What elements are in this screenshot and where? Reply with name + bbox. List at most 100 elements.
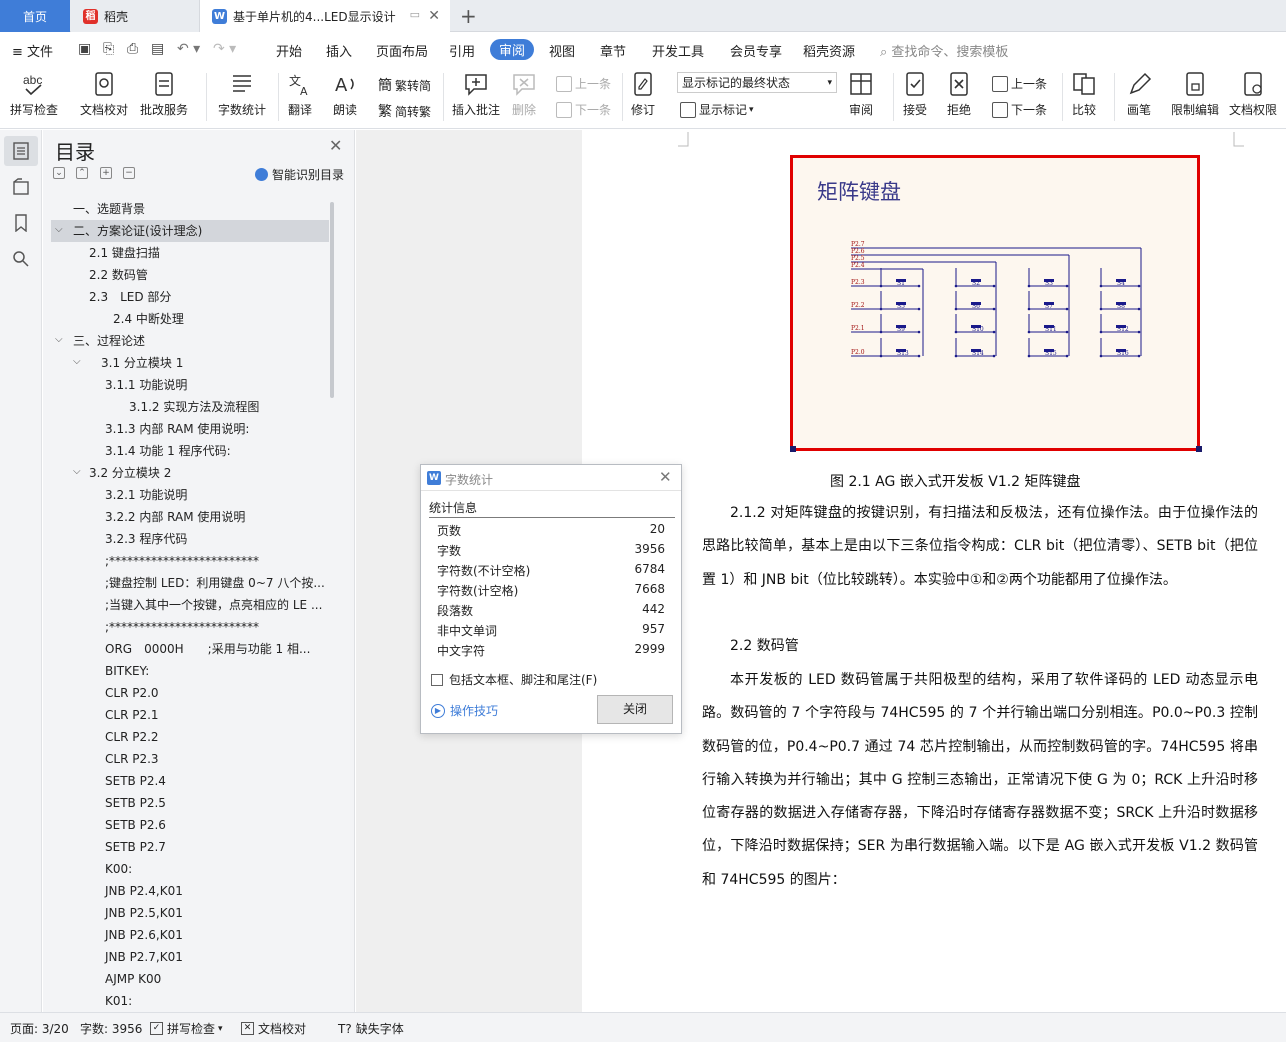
add-heading-icon[interactable]: + — [100, 167, 112, 179]
expand-all-icon[interactable]: ⌄ — [53, 167, 65, 179]
toc-item[interactable]: CLR P2.2 — [105, 726, 159, 748]
toc-item[interactable]: 3.1 分立模块 1 — [101, 352, 183, 374]
menu-start[interactable]: 开始 — [276, 41, 302, 60]
toc-item[interactable]: K01: — [105, 990, 132, 1012]
insert-comment-button[interactable]: 插入批注 — [452, 65, 500, 118]
toc-item[interactable]: SETB P2.4 — [105, 770, 166, 792]
markup-state-select[interactable]: 显示标记的最终状态 ▾ — [677, 72, 837, 93]
menu-chapter[interactable]: 章节 — [600, 41, 626, 60]
expand-chevron-icon[interactable]: ⌵ — [73, 466, 81, 477]
toc-item[interactable]: 3.2.1 功能说明 — [105, 484, 187, 506]
toc-item[interactable]: 三、过程论述 — [73, 330, 145, 352]
spell-check-button[interactable]: abc 拼写检查 — [10, 65, 58, 118]
toc-scrollbar[interactable] — [330, 202, 334, 398]
read-aloud-button[interactable]: A 朗读 — [332, 65, 358, 118]
toc-item[interactable]: 2.2 数码管 — [89, 264, 148, 286]
delete-comment-button[interactable]: 删除 — [511, 65, 537, 118]
resize-handle[interactable] — [1196, 446, 1202, 452]
toc-item[interactable]: 3.1.3 内部 RAM 使用说明: — [105, 418, 249, 440]
command-search[interactable]: ⌕ 查找命令、搜索模板 — [880, 41, 1008, 60]
collapse-all-icon[interactable]: ⌃ — [76, 167, 88, 179]
tab-home[interactable]: 首页 — [0, 0, 70, 32]
toc-item[interactable]: 2.4 中断处理 — [113, 308, 184, 330]
menu-review[interactable]: 审阅 — [490, 39, 535, 60]
export-pdf-icon[interactable]: ⎘ — [103, 41, 114, 57]
toc-item[interactable]: SETB P2.7 — [105, 836, 166, 858]
dialog-titlebar[interactable]: W 字数统计 ✕ — [421, 465, 681, 491]
close-icon[interactable]: ✕ — [329, 136, 342, 155]
toc-item[interactable]: JNB P2.6,K01 — [105, 924, 183, 946]
toc-item[interactable]: 3.2 分立模块 2 — [89, 462, 171, 484]
batch-service-button[interactable]: 批改服务 — [140, 65, 188, 118]
word-count-button[interactable]: 字数统计 — [218, 65, 266, 118]
matrix-keypad-figure[interactable]: 矩阵键盘 P2.7 P2.6 P2.5 P2.4 P2.3 S1 S2 S3 S4 P2.2 S5 S… — [790, 155, 1202, 452]
toc-item[interactable]: 2.1 键盘扫描 — [89, 242, 160, 264]
expand-chevron-icon[interactable]: ⌵ — [55, 334, 63, 345]
toc-item[interactable]: BITKEY: — [105, 660, 149, 682]
toc-item[interactable]: AJMP K00 — [105, 968, 161, 990]
toc-icon[interactable] — [12, 142, 30, 160]
tab-daoke[interactable]: 稻 稻壳 — [71, 0, 200, 32]
toc-item[interactable]: ;************************* — [105, 616, 259, 638]
restrict-editing-button[interactable]: 限制编辑 — [1171, 65, 1219, 118]
reject-button[interactable]: 拒绝 — [946, 65, 972, 118]
toc-item[interactable]: 3.1.4 功能 1 程序代码: — [105, 440, 231, 462]
close-icon[interactable]: ✕ — [659, 468, 672, 486]
toc-item[interactable]: ORG 0000H ;采用与功能 1 相... — [105, 638, 310, 660]
checkbox-box[interactable] — [431, 673, 443, 686]
toc-item[interactable]: JNB P2.5,K01 — [105, 902, 183, 924]
next-comment-button[interactable]: 下一条 — [556, 101, 611, 118]
accept-button[interactable]: 接受 — [902, 65, 928, 118]
translate-button[interactable]: 文A 翻译 — [287, 65, 313, 118]
status-spell-check[interactable]: ✓ 拼写检查 ▾ — [150, 1020, 223, 1037]
resize-handle[interactable] — [790, 446, 796, 452]
next-change-button[interactable]: 下一条 — [992, 101, 1047, 118]
doc-permission-button[interactable]: 文档权限 — [1229, 65, 1277, 118]
toc-item[interactable]: SETB P2.5 — [105, 792, 166, 814]
menu-insert[interactable]: 插入 — [326, 41, 352, 60]
simp-to-trad-button[interactable]: 繁简转繁 — [378, 101, 431, 121]
toc-item[interactable]: CLR P2.3 — [105, 748, 159, 770]
new-tab-icon[interactable]: + — [460, 4, 477, 28]
close-tab-icon[interactable]: ✕ — [428, 8, 440, 24]
toc-item[interactable]: CLR P2.1 — [105, 704, 159, 726]
page-indicator[interactable]: 页面: 3/20 — [10, 1020, 69, 1037]
menu-layout[interactable]: 页面布局 — [376, 41, 428, 60]
toc-item[interactable]: K00: — [105, 858, 132, 880]
toc-item[interactable]: ;当键入其中一个按键，点亮相应的 LE ... — [105, 594, 322, 616]
menu-daoke-resources[interactable]: 稻壳资源 — [803, 41, 855, 60]
close-button[interactable]: 关闭 — [597, 695, 673, 724]
menu-reference[interactable]: 引用 — [449, 41, 475, 60]
track-changes-button[interactable]: 修订 — [630, 65, 656, 118]
chapter-nav-icon[interactable] — [12, 178, 30, 196]
toc-item[interactable]: 3.1.2 实现方法及流程图 — [129, 396, 259, 418]
toc-item[interactable]: SETB P2.6 — [105, 814, 166, 836]
review-pane-button[interactable]: 审阅 — [848, 65, 874, 118]
toc-item[interactable]: 2.3 LED 部分 — [89, 286, 171, 308]
word-count-indicator[interactable]: 字数: 3956 — [80, 1020, 142, 1037]
doc-proofread-button[interactable]: 文档校对 — [80, 65, 128, 118]
tips-link[interactable]: ▶ 操作技巧 — [431, 702, 498, 719]
tab-document[interactable]: W 基于单片机的4...LED显示设计 ▭ ✕ — [200, 0, 450, 32]
expand-chevron-icon[interactable]: ⌵ — [55, 224, 63, 235]
smart-toc-button[interactable]: 智能识别目录 — [255, 166, 344, 183]
compare-button[interactable]: 比较 — [1071, 65, 1097, 118]
toc-item[interactable]: JNB P2.4,K01 — [105, 880, 183, 902]
toc-item[interactable]: 二、方案论证(设计理念) — [51, 220, 329, 242]
preview-icon[interactable]: ▤ — [151, 41, 164, 57]
menu-devtools[interactable]: 开发工具 — [652, 41, 704, 60]
remove-heading-icon[interactable]: − — [123, 167, 135, 179]
include-textbox-checkbox[interactable]: 包括文本框、脚注和尾注(F) — [431, 671, 597, 688]
show-markup-button[interactable]: 显示标记 ▾ — [680, 101, 754, 118]
toc-item[interactable]: ;键盘控制 LED：利用键盘 0~7 八个按... — [105, 572, 325, 594]
menu-file[interactable]: ≡ 文件 — [12, 41, 53, 60]
window-icon[interactable]: ▭ — [410, 8, 420, 21]
toc-item[interactable]: 一、选题背景 — [73, 198, 145, 220]
trad-to-simp-button[interactable]: 簡繁转简 — [378, 75, 431, 95]
prev-comment-button[interactable]: 上一条 — [556, 75, 611, 92]
status-doc-proofread[interactable]: ✕ 文档校对 — [241, 1020, 306, 1037]
toc-item[interactable]: ;************************* — [105, 550, 259, 572]
toc-item[interactable]: CLR P2.0 — [105, 682, 159, 704]
toc-item[interactable]: 3.2.3 程序代码 — [105, 528, 187, 550]
redo-icon[interactable]: ↷ ▾ — [213, 41, 236, 57]
